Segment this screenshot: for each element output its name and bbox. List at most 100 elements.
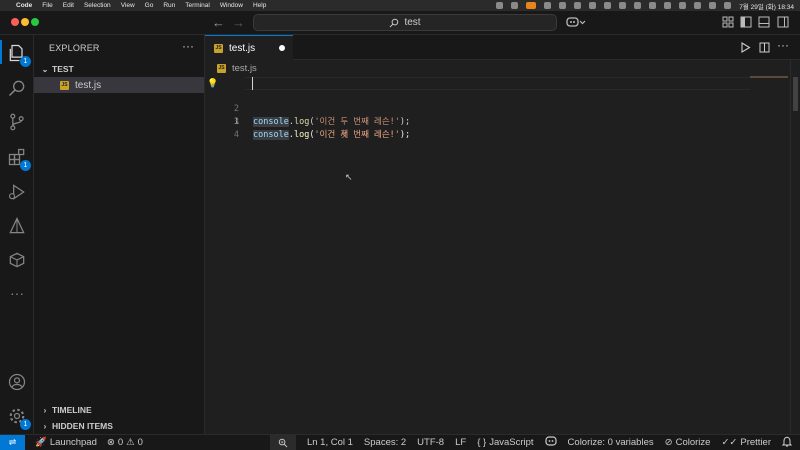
breadcrumb-file[interactable]: test.js: [232, 63, 257, 74]
status-app-icon[interactable]: [559, 2, 567, 9]
extensions-icon[interactable]: 1: [7, 147, 31, 171]
hidden-items-label: HIDDEN ITEMS: [52, 421, 113, 431]
status-pin-icon[interactable]: [544, 2, 552, 9]
chevron-right-icon: ›: [43, 421, 47, 431]
status-keyboard-icon[interactable]: [664, 2, 672, 9]
scrollbar-thumb[interactable]: [793, 77, 798, 111]
status-circle-icon[interactable]: [511, 2, 519, 9]
customize-layout-icon[interactable]: [722, 16, 734, 28]
active-view-indicator: [0, 40, 2, 64]
source-control-icon[interactable]: [7, 112, 27, 132]
spotlight-search-icon[interactable]: [709, 2, 717, 9]
menu-file[interactable]: File: [42, 2, 52, 9]
back-arrow-icon[interactable]: ←: [212, 15, 225, 30]
accounts-icon[interactable]: [7, 372, 27, 392]
prettier-button[interactable]: ✓✓ Prettier: [721, 437, 771, 448]
toggle-panel-icon[interactable]: [758, 16, 770, 28]
language-mode[interactable]: { } JavaScript: [477, 437, 533, 448]
cursor-position[interactable]: Ln 1, Col 1: [307, 437, 353, 448]
prettier-label: Prettier: [740, 437, 771, 448]
folder-section-header[interactable]: ⌄ TEST: [34, 61, 205, 77]
wifi-icon[interactable]: [694, 2, 702, 9]
menu-edit[interactable]: Edit: [63, 2, 74, 9]
explorer-icon[interactable]: 1: [7, 43, 31, 67]
code-line[interactable]: 3 console.log('이건 세 번째 레슨!');: [205, 103, 800, 140]
status-record-icon[interactable]: [496, 2, 504, 9]
zoom-window-button[interactable]: [31, 18, 39, 26]
manage-gear-icon[interactable]: 1: [7, 406, 31, 430]
launchpad-button[interactable]: 🚀 Launchpad: [35, 437, 97, 448]
file-tree-item[interactable]: JS test.js: [34, 77, 204, 93]
more-actions-icon[interactable]: ···: [182, 39, 194, 53]
search-icon: [390, 18, 399, 27]
menu-clock[interactable]: 7월 29일 (화) 18:34: [739, 1, 794, 11]
launchpad-label: Launchpad: [49, 437, 97, 448]
code-line[interactable]: 4: [205, 116, 800, 140]
copilot-status-icon[interactable]: [544, 436, 557, 449]
status-clock-icon[interactable]: [649, 2, 657, 9]
breadcrumb: JS test.js: [217, 63, 257, 74]
forward-arrow-icon[interactable]: →: [232, 15, 245, 30]
split-editor-icon[interactable]: [759, 42, 770, 53]
rocket-icon: 🚀: [35, 437, 47, 448]
code-editor[interactable]: JS test.js 💡 1 console.log('이건 첫 번째 레슨!'…: [205, 60, 800, 434]
unsaved-dot-icon[interactable]: [279, 45, 285, 51]
status-bar-icon[interactable]: [619, 2, 627, 9]
deploy-extension-icon[interactable]: [7, 216, 27, 236]
code-line[interactable]: 💡 1 console.log('이건 첫 번째 레슨!');: [205, 77, 800, 140]
minimize-window-button[interactable]: [21, 18, 29, 26]
code-line[interactable]: 2 console.log('이건 두 번째 레슨!');: [205, 90, 800, 127]
container-extension-icon[interactable]: [7, 250, 27, 270]
error-icon: ⊗: [106, 437, 115, 448]
problems-button[interactable]: ⊗ 0 ⚠ 0: [107, 437, 143, 448]
hidden-items-section-header[interactable]: › HIDDEN ITEMS: [34, 418, 205, 434]
menu-run[interactable]: Run: [163, 2, 175, 9]
menu-window[interactable]: Window: [220, 2, 243, 9]
code-text: console.log('이건 세 번째 레슨!');: [253, 130, 411, 140]
more-actions-icon[interactable]: ···: [777, 38, 789, 52]
menu-app-name[interactable]: Code: [16, 2, 32, 9]
status-drive-icon[interactable]: [604, 2, 612, 9]
text-cursor: [252, 77, 253, 90]
colorize-label: Colorize: [675, 437, 711, 448]
timeline-section-header[interactable]: › TIMELINE: [34, 402, 205, 418]
colorize-button[interactable]: ⊘ Colorize: [665, 437, 711, 448]
indentation[interactable]: Spaces: 2: [364, 437, 406, 448]
battery-icon[interactable]: [679, 2, 687, 9]
command-center-search[interactable]: test: [253, 14, 557, 31]
colorize-variables[interactable]: Colorize: 0 variables: [568, 437, 654, 448]
run-and-debug-icon[interactable]: [7, 182, 27, 202]
current-line-highlight: [245, 77, 750, 90]
status-cloud-icon[interactable]: [589, 2, 597, 9]
toggle-secondary-sidebar-icon[interactable]: [777, 16, 789, 28]
warning-icon: ⚠: [126, 437, 135, 448]
zoom-icon[interactable]: [269, 434, 296, 450]
remote-indicator-icon[interactable]: ⇌: [0, 434, 25, 450]
chevron-right-icon: ›: [43, 405, 47, 415]
sidebar-title: EXPLORER: [49, 43, 100, 53]
code-area[interactable]: 💡 1 console.log('이건 첫 번째 레슨!'); 2 consol…: [205, 77, 800, 140]
menu-selection[interactable]: Selection: [84, 2, 111, 9]
copilot-icon[interactable]: [566, 16, 586, 28]
editor-scrollbar[interactable]: [790, 60, 800, 434]
bell-icon[interactable]: [781, 436, 793, 450]
menu-help[interactable]: Help: [253, 2, 266, 9]
status-arrow-icon[interactable]: [634, 2, 642, 9]
status-mic-icon[interactable]: [526, 2, 537, 9]
close-window-button[interactable]: [11, 18, 19, 26]
encoding[interactable]: UTF-8: [417, 437, 444, 448]
menu-terminal[interactable]: Terminal: [185, 2, 210, 9]
menu-go[interactable]: Go: [145, 2, 154, 9]
end-of-line[interactable]: LF: [455, 437, 466, 448]
more-views-icon[interactable]: ···: [7, 286, 27, 306]
run-icon[interactable]: [740, 42, 751, 53]
status-chrome-icon[interactable]: [574, 2, 582, 9]
search-view-icon[interactable]: [7, 78, 27, 98]
toggle-primary-sidebar-icon[interactable]: [740, 16, 752, 28]
activity-bar: 1 1 ··· 1: [0, 35, 34, 434]
menu-view[interactable]: View: [121, 2, 135, 9]
error-count: 0: [117, 437, 124, 448]
control-center-icon[interactable]: [724, 2, 732, 9]
braces-icon: { }: [477, 437, 487, 448]
tab-test-js[interactable]: JS test.js: [205, 35, 293, 60]
